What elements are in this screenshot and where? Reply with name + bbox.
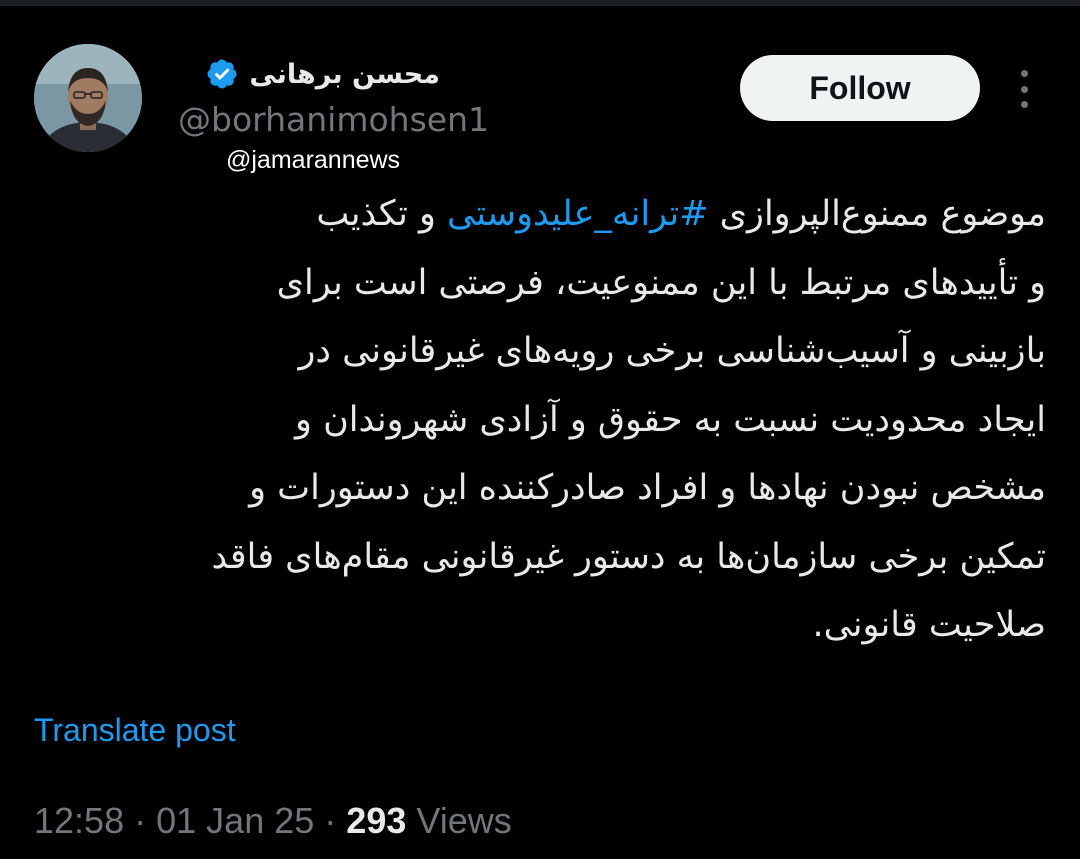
tweet-line: بازبینی و آسیب‌شناسی برخی رویه‌های غیرقا… [298,331,1046,371]
watermark-label: @jamarannews [226,146,401,174]
profile-photo-icon [34,44,142,152]
meta-separator: · [324,800,337,841]
author-display-name[interactable]: محسن برهانی [249,59,440,90]
tweet-line: صلاحیت قانونی. [812,605,1046,645]
dot [1020,101,1028,108]
tweet-text: موضوع ممنوع‌الپروازی #ترانه_علیدوستی و ت… [34,180,1046,660]
more-options-icon[interactable] [1012,70,1036,108]
post-time[interactable]: 12:58 [34,800,124,841]
tweet-line: مشخص نبودن نهادها و افراد صادرکننده این … [249,468,1046,508]
dot [1020,70,1028,77]
top-divider [0,0,1080,6]
author-name-row[interactable]: محسن برهانی [180,52,440,96]
tweet-line: موضوع ممنوع‌الپروازی #ترانه_علیدوستی و ت… [34,180,1046,249]
tweet-meta: 12:58 · 01 Jan 25 · 293 Views [34,800,512,842]
tweet-line-text: و تکذیب [316,194,448,234]
meta-separator: · [134,800,147,841]
tweet-line: ایجاد محدودیت نسبت به حقوق و آزادی شهرون… [295,399,1046,440]
translate-post-link[interactable]: Translate post [34,712,236,749]
avatar[interactable] [34,44,142,152]
tweet-line: تمکین برخی سازمان‌ها به دستور غیرقانونی … [211,536,1046,577]
hashtag-link[interactable]: #ترانه_علیدوستی [447,194,708,234]
post-date[interactable]: 01 Jan 25 [156,800,314,841]
views-count: 293 [346,800,407,841]
verified-badge-icon [207,59,237,89]
views-label: Views [416,800,512,841]
tweet-line: و تأییدهای مرتبط با این ممنوعیت، فرصتی ا… [276,262,1046,303]
author-handle[interactable]: @borhanimohsen1 [178,100,489,139]
tweet-line-text: موضوع ممنوع‌الپروازی [708,194,1046,234]
dot [1020,85,1028,93]
follow-button[interactable]: Follow [740,55,980,121]
